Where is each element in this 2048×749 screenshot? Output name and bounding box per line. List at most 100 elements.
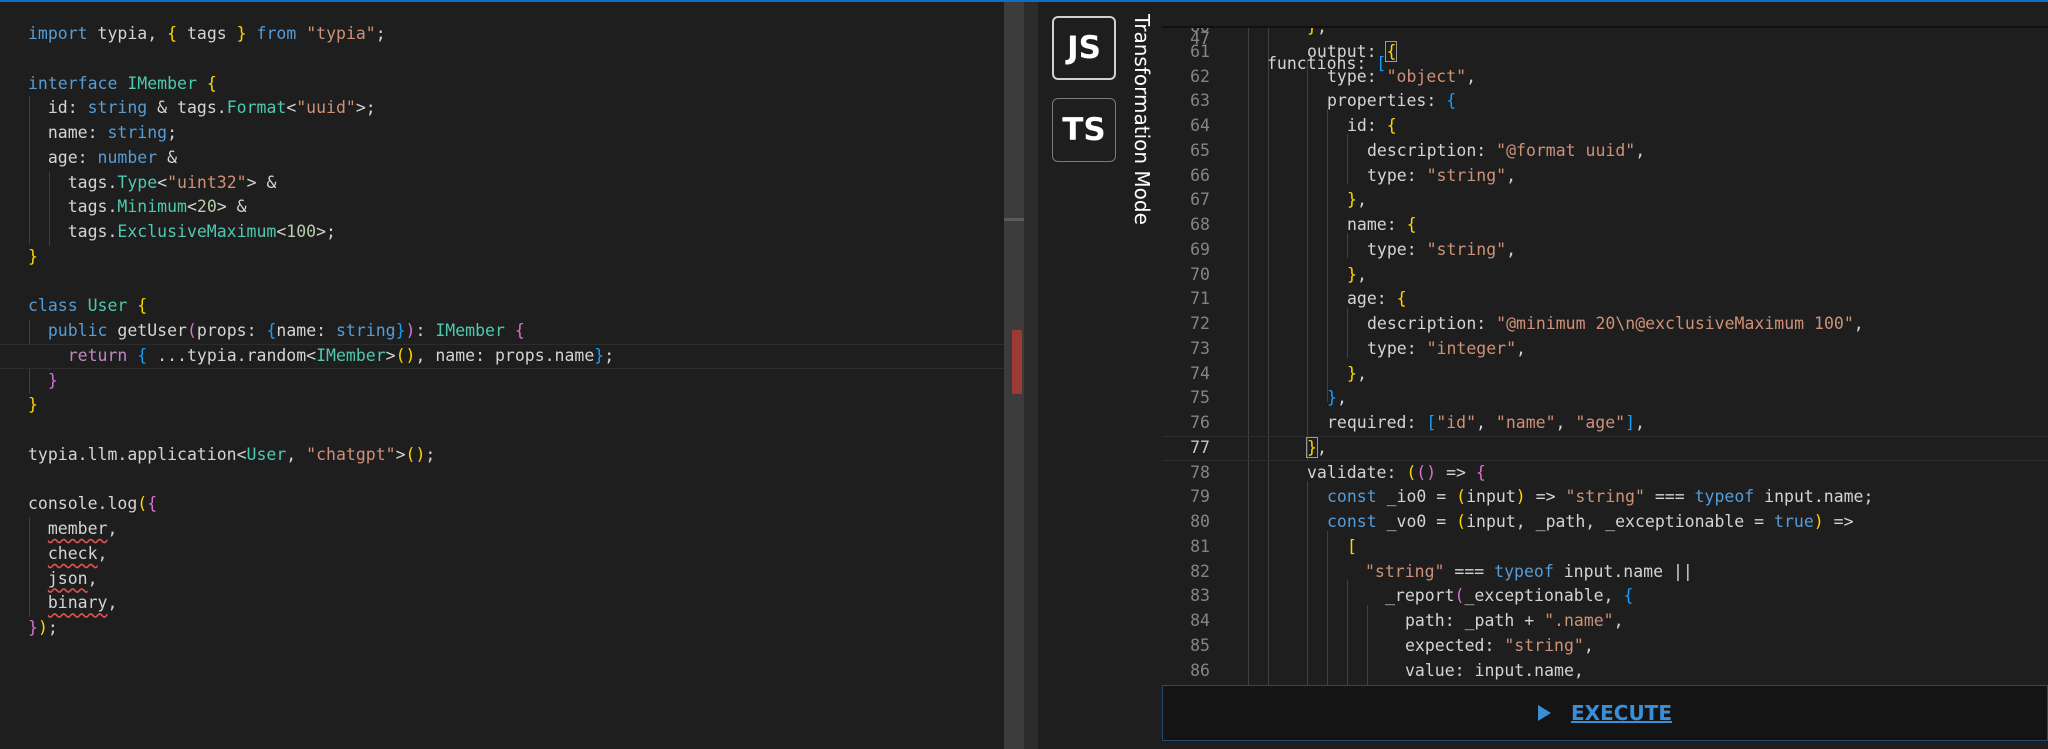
output-editor[interactable]: 47 functions: [ 60}, 61output: { 62type:… (1162, 2, 2048, 685)
code-line: }); (28, 618, 58, 637)
code-line: 65 description: "@format uuid", (1162, 139, 2048, 164)
source-code[interactable]: import typia, { tags } from "typia"; int… (0, 22, 1004, 641)
mode-sidebar: JS TS Transformation Mode (1038, 2, 1162, 749)
tok: } (1347, 264, 1357, 284)
tok: 100 (286, 222, 317, 241)
tok: } (1347, 190, 1357, 210)
line-number: 66 (1190, 165, 1210, 185)
tok-error: check (47, 543, 98, 563)
tok: "id" (1436, 413, 1477, 432)
code-line: } (28, 369, 1004, 394)
tok: } (236, 24, 247, 43)
tok: User (87, 296, 128, 316)
js-mode-button[interactable]: JS (1052, 16, 1116, 80)
tok: [ (1426, 413, 1437, 432)
line-number: 76 (1190, 413, 1210, 432)
ts-mode-button[interactable]: TS (1052, 98, 1116, 162)
tok: "name" (1495, 413, 1556, 432)
line-number: 69 (1190, 239, 1210, 259)
code-text: expected: "string", (1405, 635, 1594, 655)
tok: number (97, 147, 158, 167)
code-line: 72 description: "@minimum 20\n@exclusiveM… (1162, 312, 2048, 337)
code-text: path: _path + ".name", (1405, 611, 1624, 630)
line-number: 73 (1190, 338, 1210, 358)
code-line: interface IMember { (28, 72, 1004, 97)
code-line: member, (47, 519, 118, 538)
tok: "integer" (1426, 338, 1517, 358)
transformation-mode-label: Transformation Mode (1130, 14, 1154, 225)
code-text: }, (1347, 190, 1367, 210)
code-line: 63 properties: { (1162, 89, 2048, 114)
code-text: validate: (() => { (1307, 462, 1486, 482)
code-text: }, (1347, 264, 1367, 284)
tok: ) (37, 618, 48, 637)
execute-button[interactable]: EXECUTE (1538, 701, 1672, 725)
output-code[interactable]: 60}, 61output: { 62type: "object", 63pro… (1162, 15, 2048, 683)
code-text: id: { (1347, 116, 1397, 135)
tok: "object" (1386, 66, 1467, 86)
tok: { (1623, 586, 1634, 606)
code-line: 74}, (1162, 362, 2048, 387)
tok: } (28, 618, 38, 637)
code-line: 64 id: { (1162, 114, 2048, 139)
code-text: _report(_exceptionable, { (1385, 586, 1634, 606)
line-number: 72 (1190, 314, 1210, 333)
tok: "string" (1565, 487, 1645, 507)
line-number: 47 (1190, 28, 1210, 48)
code-line: class User { (28, 294, 1004, 319)
code-line: 83 _report(_exceptionable, { (1162, 584, 2048, 609)
tok: () (405, 444, 426, 464)
code-text: description: "@format uuid", (1367, 140, 1646, 160)
tok: IMember (127, 73, 197, 93)
code-line: 70}, (1162, 263, 2048, 288)
line-number: 64 (1190, 116, 1210, 135)
tok: User (246, 444, 287, 464)
code-text: const _vo0 = (input, _path, _exceptionab… (1327, 512, 1854, 531)
code-text: name: { (1347, 215, 1417, 234)
code-text: type: "string", (1367, 165, 1517, 185)
tok: Type (117, 172, 158, 192)
code-line: import typia, { tags } from "typia"; (28, 24, 386, 43)
code-line: 68 name: { (1162, 213, 2048, 238)
code-text: age: { (1347, 289, 1407, 309)
sticky-line: 47 functions: [ (1162, 2, 2048, 73)
tok: } (28, 395, 38, 415)
tok: { (137, 345, 148, 365)
code-line: name: string; (28, 123, 178, 142)
code-line-current: 77}, (1162, 436, 2048, 461)
line-number: 85 (1190, 635, 1210, 655)
tok: const (1327, 487, 1377, 507)
code-line: binary, (47, 593, 118, 613)
code-line: public getUser(props: {name: string}): I… (47, 321, 525, 340)
split-divider[interactable] (1024, 2, 1038, 749)
code-text: type: "string", (1367, 239, 1517, 259)
tok-error: member (47, 519, 108, 538)
tok: string (336, 321, 396, 340)
tok: ) (1515, 487, 1526, 507)
tok: Format (226, 98, 287, 118)
code-line: typia.llm.application<User, "chatgpt">()… (28, 444, 436, 464)
source-editor[interactable]: import typia, { tags } from "typia"; int… (0, 2, 1004, 749)
tok: import (28, 24, 88, 43)
tok: "age" (1575, 413, 1626, 432)
line-number: 84 (1190, 611, 1210, 630)
code-line: 85 expected: "string", (1162, 634, 2048, 659)
code-text: functions: [ (1267, 53, 1387, 73)
code-line: 80 const _vo0 = (input, _path, _exception… (1162, 510, 2048, 535)
line-number: 68 (1190, 215, 1210, 234)
code-line: 76 required: ["id", "name", "age"], (1162, 411, 2048, 436)
tok: "@minimum 20\n@exclusiveMaximum 100" (1496, 314, 1854, 333)
line-number: 79 (1190, 487, 1210, 507)
tok: [ (1376, 53, 1387, 73)
tok: "string" (1504, 635, 1584, 655)
code-line-current: return { ...typia.random<IMember>(), nam… (0, 343, 1004, 369)
tok: true (1774, 512, 1814, 531)
code-line: 75}, (1162, 386, 2048, 411)
tok: ".name" (1544, 611, 1614, 630)
tok: ( (137, 494, 148, 514)
tok: typeof (1494, 561, 1554, 581)
code-line: tags.Type<"uint32"> & (28, 172, 277, 192)
scrollbar-error-marker (1012, 330, 1022, 394)
tok: "chatgpt" (306, 444, 396, 464)
